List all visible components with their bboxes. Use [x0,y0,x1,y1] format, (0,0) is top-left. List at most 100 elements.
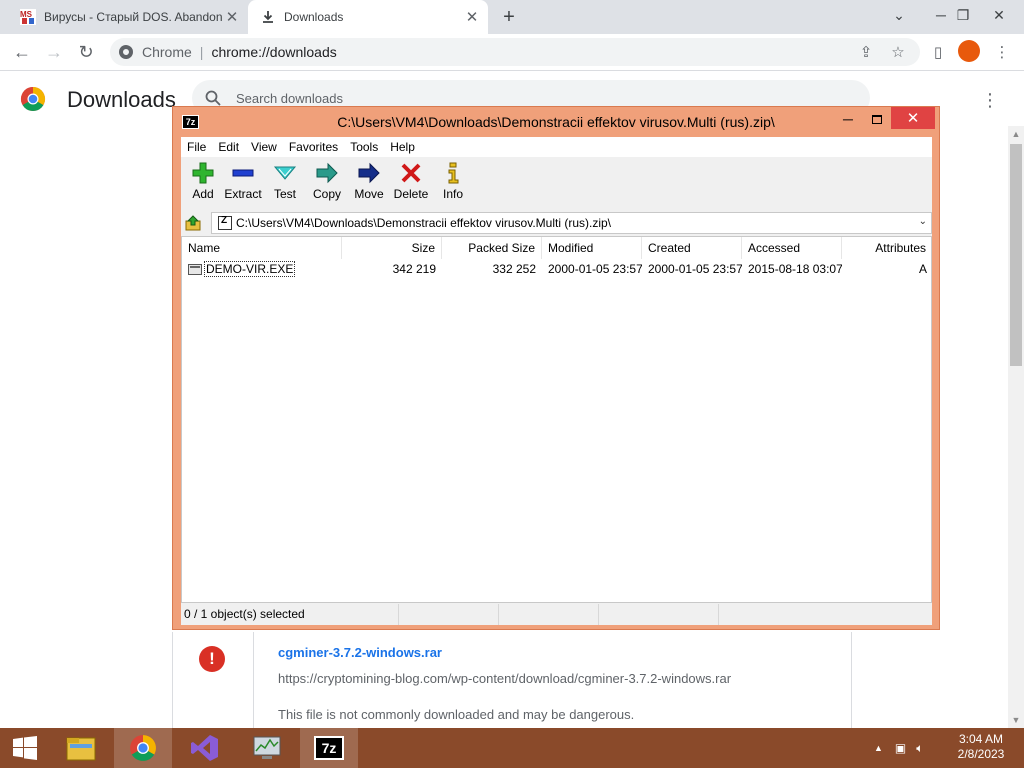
tray-expand-icon[interactable]: ▲ [874,743,883,753]
tab-close-icon[interactable]: ✕ [462,7,482,27]
search-input[interactable] [236,90,636,106]
download-source-url[interactable]: https://cryptomining-blog.com/wp-content… [278,671,731,686]
sevenzip-icon: 7z [314,736,344,760]
delete-x-icon [401,163,421,183]
path-dropdown-icon[interactable]: ⌄ [919,216,927,227]
sevenzip-client: File Edit View Favorites Tools Help Add … [181,137,932,625]
download-filename-link[interactable]: cgminer-3.7.2-windows.rar [278,645,442,660]
menu-tools[interactable]: Tools [344,140,384,154]
status-cell-4 [599,604,719,625]
file-explorer-button[interactable] [52,728,110,768]
table-row[interactable]: DEMO-VIR.EXE 342 219 332 252 2000-01-05 … [182,259,931,279]
path-bar: C:\Users\VM4\Downloads\Demonstracii effe… [181,211,932,235]
extract-button[interactable]: Extract [221,161,265,207]
side-panel-icon[interactable]: ▯ [924,38,952,66]
menu-edit[interactable]: Edit [212,140,245,154]
chrome-taskbar-button[interactable] [114,728,172,768]
page-title: Downloads [67,87,176,112]
path-text: C:\Users\VM4\Downloads\Demonstracii effe… [236,216,611,230]
copy-button[interactable]: Copy [305,161,349,207]
scroll-down-icon[interactable]: ▼ [1008,712,1024,728]
back-icon[interactable]: ← [8,38,36,66]
move-button[interactable]: Move [347,161,391,207]
cell-accessed: 2015-08-18 03:07 [748,262,842,276]
close-icon[interactable]: ✕ [980,2,1018,28]
chrome-icon [119,45,133,59]
status-cell-2 [399,604,499,625]
tab-title: Вирусы - Старый DOS. Abandonware [44,10,222,24]
column-packed-size[interactable]: Packed Size [442,237,542,259]
chrome-menu-icon[interactable]: ⋮ [988,38,1016,66]
new-tab-button[interactable]: + [498,6,520,28]
sevenzip-toolbar: Add Extract Test Copy Move Delete Info [181,157,932,209]
column-created[interactable]: Created [642,237,742,259]
chrome-logo-icon [20,87,46,112]
forward-icon[interactable]: → [40,38,68,66]
taskbar: 7z ▲ ▣ 🔈︎ 3:04 AM 2/8/2023 [0,728,1024,768]
danger-warning-icon: ! [199,646,225,672]
divider [253,632,254,728]
delete-button[interactable]: Delete [389,161,433,207]
column-size[interactable]: Size [342,237,442,259]
tab-title: Downloads [284,10,344,24]
column-modified[interactable]: Modified [542,237,642,259]
status-cell-3 [499,604,599,625]
sevenzip-window: 7z C:\Users\VM4\Downloads\Demonstracii e… [172,106,940,630]
info-label: Info [442,187,463,201]
url-text: chrome://downloads [211,44,337,60]
tab-search-icon[interactable]: ⌄ [880,2,918,28]
chrome-icon [130,735,156,761]
menu-help[interactable]: Help [384,140,421,154]
close-icon[interactable]: ✕ [891,107,935,129]
path-input[interactable]: C:\Users\VM4\Downloads\Demonstracii effe… [211,212,932,234]
restore-icon[interactable]: ❐ [944,2,982,28]
menu-bar: File Edit View Favorites Tools Help [181,137,932,157]
sevenzip-titlebar[interactable]: 7z C:\Users\VM4\Downloads\Demonstracii e… [173,107,939,135]
add-button[interactable]: Add [181,161,225,207]
test-check-icon [273,166,297,180]
menu-view[interactable]: View [245,140,283,154]
volume-icon[interactable]: 🔈︎ [916,741,923,756]
status-selection: 0 / 1 object(s) selected [181,604,399,625]
download-icon [263,11,273,23]
sevenzip-taskbar-button[interactable]: 7z [300,728,358,768]
add-label: Add [192,187,214,201]
minimize-icon[interactable]: ─ [833,109,863,129]
menu-file[interactable]: File [181,140,212,154]
info-button[interactable]: Info [431,161,475,207]
tab-viruses[interactable]: MS Вирусы - Старый DOS. Abandonware ✕ [8,0,248,34]
test-button[interactable]: Test [263,161,307,207]
task-manager-button[interactable] [238,728,296,768]
page-scrollbar[interactable]: ▲ ▼ [1008,126,1024,728]
scroll-up-icon[interactable]: ▲ [1008,126,1024,142]
reload-icon[interactable]: ↻ [72,38,100,66]
delete-label: Delete [393,187,429,201]
share-icon[interactable]: ⇪ [852,38,880,66]
column-attributes[interactable]: Attributes [842,237,931,259]
tab-close-icon[interactable]: ✕ [222,7,242,27]
column-name[interactable]: Name [182,237,342,259]
visual-studio-button[interactable] [176,728,234,768]
cell-size: 342 219 [392,262,436,276]
scroll-thumb[interactable] [1010,144,1022,366]
address-bar[interactable]: Chrome | chrome://downloads [110,38,920,66]
folder-up-icon[interactable] [183,214,203,232]
network-icon[interactable]: ▣ [895,741,906,755]
start-button[interactable] [0,728,50,768]
bookmark-star-icon[interactable]: ☆ [884,38,912,66]
move-label: Move [354,187,384,201]
menu-favorites[interactable]: Favorites [283,140,344,154]
site-chip: Chrome [142,44,192,60]
move-arrow-icon [358,162,380,184]
download-warning-text: This file is not commonly downloaded and… [278,707,635,722]
maximize-icon[interactable] [863,109,891,129]
clock[interactable]: 3:04 AM 2/8/2023 [946,732,1016,762]
more-actions-icon[interactable]: ⋮ [980,88,1000,112]
status-bar: 0 / 1 object(s) selected [181,604,932,625]
extract-label: Extract [224,187,262,201]
column-accessed[interactable]: Accessed [742,237,842,259]
cell-created: 2000-01-05 23:57 [648,262,742,276]
file-name: DEMO-VIR.EXE [204,261,296,277]
profile-avatar[interactable] [958,40,980,62]
tab-downloads[interactable]: Downloads ✕ [248,0,488,34]
